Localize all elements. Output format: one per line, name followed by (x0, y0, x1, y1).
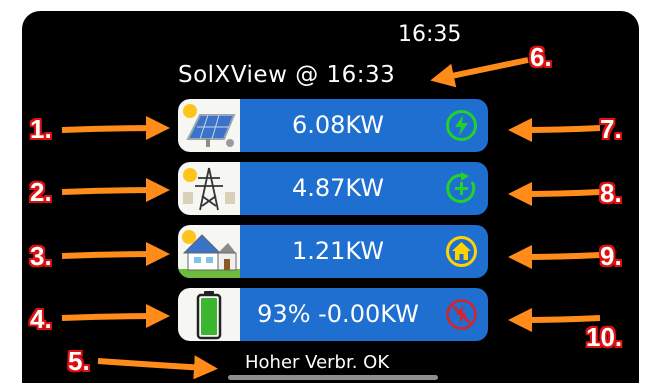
callout-4: 4. (30, 304, 52, 334)
arrow-7 (508, 117, 601, 142)
callout-7: 7. (600, 114, 622, 144)
callout-5: 5. (68, 346, 90, 376)
arrow-5 (97, 355, 218, 380)
callout-3: 3. (30, 241, 52, 271)
arrow-1 (61, 116, 170, 141)
callout-2: 2. (30, 177, 52, 207)
callout-10: 10. (586, 322, 623, 352)
arrow-8 (508, 181, 601, 206)
arrow-4 (61, 304, 170, 329)
arrow-10 (508, 307, 601, 332)
callout-1: 1. (30, 114, 52, 144)
arrow-2 (61, 178, 170, 203)
callout-8: 8. (600, 178, 622, 208)
callout-9: 9. (600, 241, 622, 271)
arrow-6 (430, 57, 529, 88)
arrow-3 (61, 242, 170, 267)
callout-6: 6. (530, 42, 552, 72)
arrow-9 (508, 244, 601, 269)
